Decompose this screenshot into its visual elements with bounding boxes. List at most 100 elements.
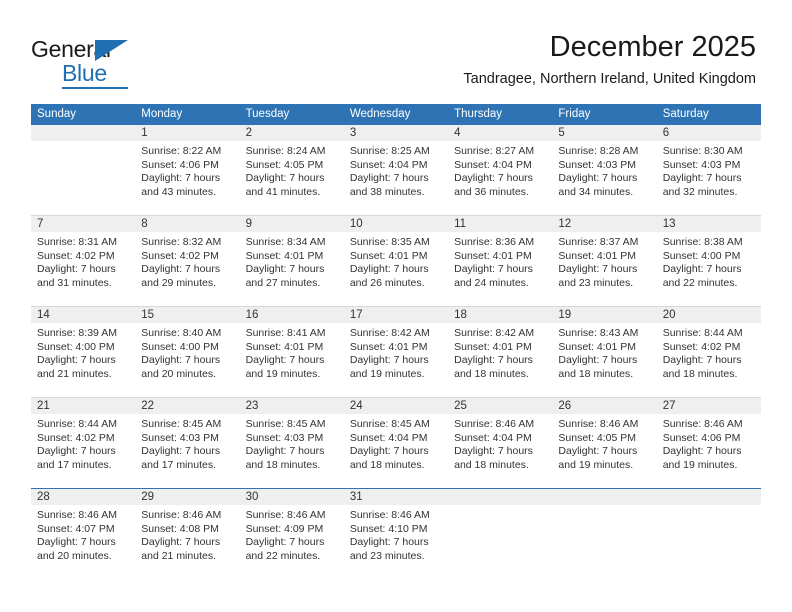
day-detail-line: Sunrise: 8:45 AM [141,418,222,430]
day-detail-line: Daylight: 7 hours [349,536,429,549]
calendar-day-cell-empty [31,125,135,215]
day-detail-line: Sunrise: 8:46 AM [37,509,117,521]
weekday-header-row: Sunday Monday Tuesday Wednesday Thursday Frid… [31,104,761,125]
day-detail-line: Daylight: 7 hours [662,354,742,367]
day-details: Sunrise: 8:46 AM Sunset: 4:06 PM Daylight:… [663,418,757,472]
day-detail-line: and 36 minutes. [454,185,529,198]
calendar-day-cell[interactable]: 18 Sunrise: 8:42 AM Sunset: 4:01 PM Dayligh… [448,307,552,397]
calendar-week-row: 14 Sunrise: 8:39 AM Sunset: 4:00 PM Dayligh… [31,306,761,397]
calendar-day-cell[interactable]: 11 Sunrise: 8:36 AM Sunset: 4:01 PM Dayligh… [448,216,552,306]
day-detail-line: Sunset: 4:02 PM [37,249,115,262]
day-detail-line: Daylight: 7 hours [349,354,429,367]
weekday-header-wednesday: Wednesday [349,108,411,120]
day-detail-line: Sunset: 4:05 PM [245,158,324,171]
day-detail-line: Sunset: 4:00 PM [662,249,741,262]
day-detail-line: Sunrise: 8:40 AM [141,327,222,339]
day-detail-line: and 22 minutes. [245,549,321,562]
day-detail-line: Sunrise: 8:24 AM [245,145,326,157]
calendar-day-cell[interactable]: 15 Sunrise: 8:40 AM Sunset: 4:00 PM Dayligh… [135,307,239,397]
calendar-day-cell[interactable]: 5 Sunrise: 8:28 AM Sunset: 4:03 PM Daylight… [552,125,656,215]
calendar-day-cell[interactable]: 20 Sunrise: 8:44 AM Sunset: 4:02 PM Dayligh… [657,307,761,397]
day-number: 5 [558,127,565,139]
day-detail-line: Sunset: 4:01 PM [349,340,428,353]
calendar-day-cell[interactable]: 21 Sunrise: 8:44 AM Sunset: 4:02 PM Dayligh… [31,398,135,488]
day-detail-line: Daylight: 7 hours [141,263,221,276]
title-block: December 2025 Tandragee, Northern Irelan… [463,30,756,89]
calendar-day-cell[interactable]: 9 Sunrise: 8:34 AM Sunset: 4:01 PM Daylight… [240,216,344,306]
day-detail-line: Daylight: 7 hours [141,172,221,185]
calendar-day-cell[interactable]: 10 Sunrise: 8:35 AM Sunset: 4:01 PM Dayligh… [344,216,448,306]
day-detail-line: Sunset: 4:01 PM [245,249,324,262]
day-detail-line: Sunset: 4:03 PM [245,431,324,444]
calendar-day-cell[interactable]: 14 Sunrise: 8:39 AM Sunset: 4:00 PM Dayligh… [31,307,135,397]
day-detail-line: and 20 minutes. [37,549,112,562]
day-details: Sunrise: 8:24 AM Sunset: 4:05 PM Daylight:… [246,145,340,199]
day-details: Sunrise: 8:39 AM Sunset: 4:00 PM Daylight:… [37,327,131,381]
day-details: Sunrise: 8:45 AM Sunset: 4:04 PM Daylight:… [350,418,444,472]
day-details: Sunrise: 8:44 AM Sunset: 4:02 PM Daylight:… [663,327,757,381]
day-detail-line: Sunrise: 8:46 AM [454,418,535,430]
day-detail-line: and 31 minutes. [37,276,112,289]
day-number: 10 [349,218,363,230]
day-detail-line: Sunrise: 8:34 AM [245,236,326,248]
day-detail-line: Daylight: 7 hours [454,354,533,367]
calendar-day-cell[interactable]: 17 Sunrise: 8:42 AM Sunset: 4:01 PM Dayligh… [344,307,448,397]
day-detail-line: Sunrise: 8:39 AM [37,327,117,339]
day-detail-line: Daylight: 7 hours [141,354,221,367]
calendar-day-cell[interactable]: 7 Sunrise: 8:31 AM Sunset: 4:02 PM Daylight… [31,216,135,306]
calendar-day-cell[interactable]: 4 Sunrise: 8:27 AM Sunset: 4:04 PM Daylight… [448,125,552,215]
calendar-day-cell[interactable]: 23 Sunrise: 8:45 AM Sunset: 4:03 PM Dayligh… [240,398,344,488]
calendar-day-cell[interactable]: 13 Sunrise: 8:38 AM Sunset: 4:00 PM Dayligh… [657,216,761,306]
calendar-day-cell[interactable]: 16 Sunrise: 8:41 AM Sunset: 4:01 PM Dayligh… [240,307,344,397]
day-detail-line: Daylight: 7 hours [662,263,742,276]
calendar-day-cell[interactable]: 2 Sunrise: 8:24 AM Sunset: 4:05 PM Daylight… [240,125,344,215]
day-details: Sunrise: 8:32 AM Sunset: 4:02 PM Daylight:… [141,236,235,290]
day-detail-line: Sunrise: 8:32 AM [141,236,222,248]
day-detail-line: Sunrise: 8:42 AM [349,327,430,339]
calendar-day-cell[interactable]: 12 Sunrise: 8:37 AM Sunset: 4:01 PM Dayligh… [552,216,656,306]
calendar-day-cell[interactable]: 27 Sunrise: 8:46 AM Sunset: 4:06 PM Dayligh… [657,398,761,488]
calendar-grid: Sunday Monday Tuesday Wednesday Thursday Frid… [31,104,761,569]
day-detail-line: Daylight: 7 hours [245,445,325,458]
calendar-day-cell[interactable]: 8 Sunrise: 8:32 AM Sunset: 4:02 PM Daylight… [135,216,239,306]
day-detail-line: Sunrise: 8:46 AM [141,509,222,521]
calendar-day-cell[interactable]: 3 Sunrise: 8:25 AM Sunset: 4:04 PM Daylight… [344,125,448,215]
day-detail-line: Sunset: 4:02 PM [141,249,219,262]
day-detail-line: Sunset: 4:01 PM [245,340,324,353]
day-detail-line: and 23 minutes. [558,276,634,289]
weekday-header-friday: Friday [558,108,591,120]
page-subtitle: Tandragee, Northern Ireland, United King… [463,71,756,87]
day-detail-line: Daylight: 7 hours [662,172,742,185]
calendar-day-cell[interactable]: 31 Sunrise: 8:46 AM Sunset: 4:10 PM Dayligh… [344,489,448,569]
calendar-day-cell[interactable]: 22 Sunrise: 8:45 AM Sunset: 4:03 PM Dayligh… [135,398,239,488]
day-number: 13 [662,218,676,230]
calendar-body: 1 Sunrise: 8:22 AM Sunset: 4:06 PM Daylight… [31,125,761,569]
calendar-day-cell[interactable]: 6 Sunrise: 8:30 AM Sunset: 4:03 PM Daylight… [657,125,761,215]
day-detail-line: Sunrise: 8:44 AM [37,418,117,430]
calendar-day-cell[interactable]: 28 Sunrise: 8:46 AM Sunset: 4:07 PM Dayligh… [31,489,135,569]
day-detail-line: Daylight: 7 hours [349,445,429,458]
calendar-day-cell[interactable]: 24 Sunrise: 8:45 AM Sunset: 4:04 PM Dayligh… [344,398,448,488]
day-number: 2 [245,127,252,139]
day-detail-line: and 32 minutes. [662,185,738,198]
calendar-day-cell[interactable]: 29 Sunrise: 8:46 AM Sunset: 4:08 PM Dayligh… [135,489,239,569]
day-detail-line: and 22 minutes. [662,276,738,289]
day-detail-line: Sunset: 4:02 PM [37,431,115,444]
day-number: 26 [558,400,572,412]
day-number: 25 [454,400,467,412]
day-detail-line: Daylight: 7 hours [245,172,325,185]
day-detail-line: and 18 minutes. [349,458,425,471]
calendar-day-cell[interactable]: 30 Sunrise: 8:46 AM Sunset: 4:09 PM Dayligh… [240,489,344,569]
logo-triangle-icon [95,40,128,61]
calendar-day-cell[interactable]: 26 Sunrise: 8:46 AM Sunset: 4:05 PM Dayligh… [552,398,656,488]
day-details: Sunrise: 8:35 AM Sunset: 4:01 PM Daylight:… [350,236,444,290]
calendar-day-cell[interactable]: 25 Sunrise: 8:46 AM Sunset: 4:04 PM Dayligh… [448,398,552,488]
day-detail-line: Sunrise: 8:25 AM [349,145,430,157]
calendar-day-cell-empty [448,489,552,569]
day-detail-line: Daylight: 7 hours [37,354,116,367]
calendar-day-cell[interactable]: 1 Sunrise: 8:22 AM Sunset: 4:06 PM Daylight… [135,125,239,215]
calendar-day-cell[interactable]: 19 Sunrise: 8:43 AM Sunset: 4:01 PM Dayligh… [552,307,656,397]
day-detail-line: Daylight: 7 hours [141,445,221,458]
day-detail-line: Sunset: 4:01 PM [454,340,532,353]
day-detail-line: Sunset: 4:06 PM [662,431,741,444]
